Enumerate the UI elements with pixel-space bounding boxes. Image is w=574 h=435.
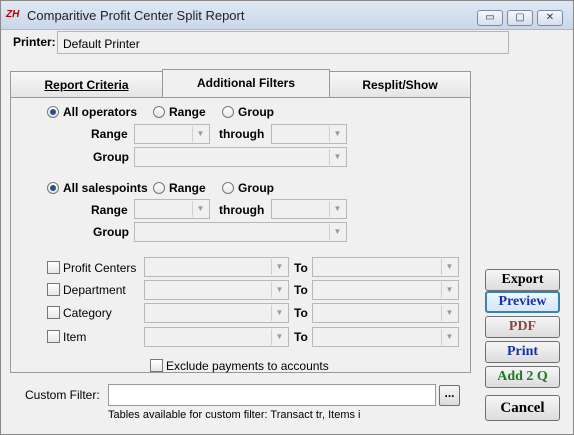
minimize-icon: ▭ xyxy=(485,12,495,23)
custom-filter-input[interactable] xyxy=(108,384,436,406)
department-from-select[interactable]: ▼ xyxy=(144,280,289,300)
chevron-down-icon: ▼ xyxy=(441,305,457,321)
salespoints-range-to-select[interactable]: ▼ xyxy=(271,199,347,219)
exclude-payments-label: Exclude payments to accounts xyxy=(166,359,329,373)
salespoints-group-radio[interactable] xyxy=(222,182,234,194)
custom-filter-browse-button[interactable]: ... xyxy=(439,385,460,406)
salespoints-range-radio[interactable] xyxy=(153,182,165,194)
chevron-down-icon: ▼ xyxy=(271,305,287,321)
minimize-button[interactable]: ▭ xyxy=(477,10,503,26)
title-bar: ZH Comparitive Profit Center Split Repor… xyxy=(1,1,573,30)
chevron-down-icon: ▼ xyxy=(271,329,287,345)
profit-centers-label: Profit Centers xyxy=(63,261,137,275)
item-to-select[interactable]: ▼ xyxy=(312,327,459,347)
tab-report-criteria[interactable]: Report Criteria xyxy=(10,71,163,99)
salespoints-group-field-label: Group xyxy=(93,225,129,239)
department-to-label: To xyxy=(294,283,308,297)
category-checkbox[interactable] xyxy=(47,306,60,319)
window-title: Comparitive Profit Center Split Report xyxy=(27,8,245,23)
export-button[interactable]: Export xyxy=(485,269,560,291)
app-logo-icon: ZH xyxy=(6,9,20,20)
printer-label: Printer: xyxy=(13,35,56,49)
close-button[interactable]: ✕ xyxy=(537,10,563,26)
chevron-down-icon: ▼ xyxy=(192,126,208,142)
department-label: Department xyxy=(63,283,126,297)
salespoints-range-from-select[interactable]: ▼ xyxy=(134,199,210,219)
all-operators-radio[interactable] xyxy=(47,106,59,118)
chevron-down-icon: ▼ xyxy=(329,201,345,217)
category-from-select[interactable]: ▼ xyxy=(144,303,289,323)
chevron-down-icon: ▼ xyxy=(329,149,345,165)
item-label: Item xyxy=(63,330,87,344)
tab-additional-filters[interactable]: Additional Filters xyxy=(162,69,330,99)
cancel-button[interactable]: Cancel xyxy=(485,395,560,421)
salespoints-range-field-label: Range xyxy=(91,203,128,217)
department-to-select[interactable]: ▼ xyxy=(312,280,459,300)
chevron-down-icon: ▼ xyxy=(441,259,457,275)
chevron-down-icon: ▼ xyxy=(271,259,287,275)
operators-range-radio[interactable] xyxy=(153,106,165,118)
salespoints-through-label: through xyxy=(219,203,265,217)
operators-group-select[interactable]: ▼ xyxy=(134,147,347,167)
pdf-button[interactable]: PDF xyxy=(485,316,560,338)
operators-group-field-label: Group xyxy=(93,150,129,164)
exclude-payments-checkbox[interactable] xyxy=(150,359,163,372)
close-icon: ✕ xyxy=(545,12,555,23)
salespoints-group-label: Group xyxy=(238,181,274,195)
operators-group-radio[interactable] xyxy=(222,106,234,118)
printer-field[interactable]: Default Printer xyxy=(57,31,509,54)
tab-resplit-show[interactable]: Resplit/Show xyxy=(329,71,471,99)
report-window: ZH Comparitive Profit Center Split Repor… xyxy=(0,0,574,435)
maximize-button[interactable]: ▢ xyxy=(507,10,533,26)
category-to-label: To xyxy=(294,306,308,320)
salespoints-group-select[interactable]: ▼ xyxy=(134,222,347,242)
profit-centers-from-select[interactable]: ▼ xyxy=(144,257,289,277)
profit-centers-to-select[interactable]: ▼ xyxy=(312,257,459,277)
tab-label: Report Criteria xyxy=(44,78,129,92)
profit-centers-checkbox[interactable] xyxy=(47,261,60,274)
tab-label: Resplit/Show xyxy=(362,78,438,92)
maximize-icon: ▢ xyxy=(515,12,525,23)
all-salespoints-label: All salespoints xyxy=(63,181,148,195)
tab-label: Additional Filters xyxy=(196,76,295,90)
operators-through-label: through xyxy=(219,127,265,141)
custom-filter-hint: Tables available for custom filter: Tran… xyxy=(108,409,361,421)
all-salespoints-radio[interactable] xyxy=(47,182,59,194)
chevron-down-icon: ▼ xyxy=(441,282,457,298)
item-to-label: To xyxy=(294,330,308,344)
category-to-select[interactable]: ▼ xyxy=(312,303,459,323)
custom-filter-label: Custom Filter: xyxy=(25,388,100,402)
category-label: Category xyxy=(63,306,112,320)
profit-centers-to-label: To xyxy=(294,261,308,275)
preview-button[interactable]: Preview xyxy=(485,291,560,313)
salespoints-range-label: Range xyxy=(169,181,206,195)
operators-range-to-select[interactable]: ▼ xyxy=(271,124,347,144)
chevron-down-icon: ▼ xyxy=(192,201,208,217)
add-to-queue-button[interactable]: Add 2 Q xyxy=(485,366,560,388)
print-button[interactable]: Print xyxy=(485,341,560,363)
operators-range-field-label: Range xyxy=(91,127,128,141)
item-from-select[interactable]: ▼ xyxy=(144,327,289,347)
chevron-down-icon: ▼ xyxy=(329,224,345,240)
operators-range-label: Range xyxy=(169,105,206,119)
operators-range-from-select[interactable]: ▼ xyxy=(134,124,210,144)
chevron-down-icon: ▼ xyxy=(271,282,287,298)
all-operators-label: All operators xyxy=(63,105,138,119)
chevron-down-icon: ▼ xyxy=(329,126,345,142)
item-checkbox[interactable] xyxy=(47,330,60,343)
chevron-down-icon: ▼ xyxy=(441,329,457,345)
operators-group-label: Group xyxy=(238,105,274,119)
department-checkbox[interactable] xyxy=(47,283,60,296)
